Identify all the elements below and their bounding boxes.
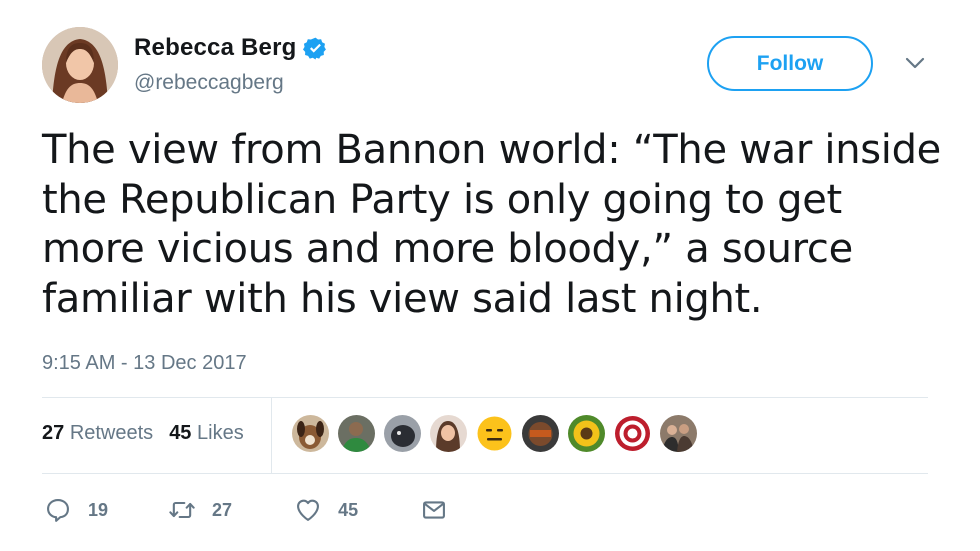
author-avatar-image xyxy=(42,27,118,103)
like-action-count: 45 xyxy=(338,499,359,520)
likers-list xyxy=(292,415,706,452)
author-avatar[interactable] xyxy=(42,27,118,103)
liker-avatar-expressionless-emoji[interactable] xyxy=(476,415,513,452)
tweet-text: The view from Bannon world: “The war ins… xyxy=(42,126,942,324)
retweet-icon xyxy=(169,501,195,519)
reply-action[interactable]: 19 xyxy=(44,496,108,524)
tweet-actions: 19 27 45 xyxy=(44,496,448,524)
tweet-text-line: familiar with his view said last night. xyxy=(42,275,763,322)
reply-count: 19 xyxy=(88,499,109,520)
tweet-stats: 27 Retweets 45 Likes xyxy=(42,422,244,445)
retweet-stat-label: Retweets xyxy=(69,422,154,444)
divider xyxy=(42,397,928,398)
tweet-text-line: more vicious and more bloody,” a source xyxy=(42,226,853,272)
liker-avatar-woman[interactable] xyxy=(430,415,467,452)
chevron-down-icon[interactable] xyxy=(904,55,926,71)
tweet-timestamp[interactable]: 9:15 AM - 13 Dec 2017 xyxy=(42,352,247,375)
retweet-action-count: 27 xyxy=(212,499,233,520)
like-count: 45 xyxy=(169,422,192,444)
author-name-row: Rebecca Berg xyxy=(134,34,328,62)
direct-message-action[interactable] xyxy=(420,496,448,524)
retweet-count: 27 xyxy=(42,422,65,444)
like-action[interactable]: 45 xyxy=(294,496,358,524)
divider xyxy=(42,473,928,474)
retweet-stat[interactable]: 27 Retweets xyxy=(42,422,153,445)
tweet-text-line: the Republican Party is only going to ge… xyxy=(42,176,842,223)
reply-icon xyxy=(47,499,69,522)
liker-avatar-group-photo[interactable] xyxy=(660,415,697,452)
author-display-name[interactable]: Rebecca Berg xyxy=(134,34,296,62)
like-stat-label: Likes xyxy=(197,422,244,444)
verified-badge-icon xyxy=(303,37,327,59)
heart-icon xyxy=(297,499,320,521)
tweet-text-line: The view from Bannon world: “The war ins… xyxy=(42,127,941,173)
liker-avatar-bears-logo[interactable] xyxy=(522,415,559,452)
author-handle[interactable]: @rebeccagberg xyxy=(134,71,284,95)
stats-divider xyxy=(271,398,272,473)
liker-avatar-animal-dark[interactable] xyxy=(384,415,421,452)
liker-avatar-sunflower[interactable] xyxy=(568,415,605,452)
liker-avatar-dog[interactable] xyxy=(292,415,329,452)
envelope-icon xyxy=(423,501,446,519)
liker-avatar-person-green[interactable] xyxy=(338,415,375,452)
retweet-action[interactable]: 27 xyxy=(168,496,232,524)
like-stat[interactable]: 45 Likes xyxy=(169,422,244,445)
follow-button[interactable]: Follow xyxy=(707,36,873,91)
liker-avatar-red-sox-logo[interactable] xyxy=(614,415,651,452)
